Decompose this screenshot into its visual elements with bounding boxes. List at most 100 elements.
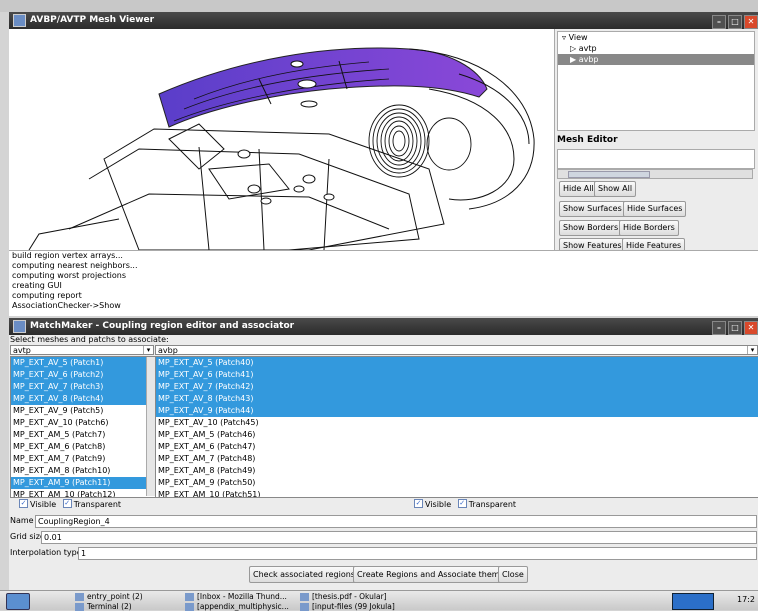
grid-size-label: Grid size	[10, 532, 45, 541]
patch-list-item[interactable]: MP_EXT_AV_8 (Patch4)	[11, 393, 155, 405]
grid-size-input[interactable]: 0.01	[41, 531, 757, 544]
mesh-viewer-window: AVBP/AVTP Mesh Viewer – □ ✕ ▿ View ▷ avt…	[9, 12, 758, 316]
show-surfaces-button[interactable]: Show Surfaces	[559, 201, 626, 217]
view-tree[interactable]: ▿ View ▷ avtp ▶ avbp	[557, 31, 755, 131]
left-mesh-value: avtp	[13, 346, 31, 355]
task-label: Terminal (2)	[87, 602, 132, 611]
mesh-editor-hscrollbar[interactable]	[557, 169, 753, 179]
maximize-icon[interactable]: □	[728, 321, 742, 335]
patch-list-item[interactable]: MP_EXT_AV_9 (Patch5)	[11, 405, 155, 417]
task-appendix[interactable]: [appendix_multiphysic...	[185, 602, 289, 611]
pdf-icon	[300, 603, 309, 611]
workspace-pager[interactable]	[672, 593, 714, 610]
left-transparent-checkbox[interactable]: ✓	[62, 499, 72, 508]
right-patch-list[interactable]: MP_EXT_AV_5 (Patch40) MP_EXT_AV_6 (Patch4…	[155, 356, 758, 498]
left-mesh-select[interactable]: avtp ▾	[10, 345, 154, 355]
patch-list-item[interactable]: MP_EXT_AM_7 (Patch9)	[11, 453, 155, 465]
task-thunderbird[interactable]: [Inbox - Mozilla Thund...	[185, 592, 287, 601]
patch-list-item[interactable]: MP_EXT_AM_7 (Patch48)	[156, 453, 758, 465]
hide-all-button[interactable]: Hide All	[559, 181, 598, 197]
matchmaker-title: MatchMaker - Coupling region editor and …	[30, 321, 295, 331]
right-mesh-select[interactable]: avbp ▾	[155, 345, 758, 355]
close-button[interactable]: Close	[498, 566, 528, 583]
task-label: [appendix_multiphysic...	[197, 602, 289, 611]
patch-list-item[interactable]: MP_EXT_AV_7 (Patch42)	[156, 381, 758, 393]
right-visibility-options: ✓ Visible ✓ Transparent	[414, 499, 516, 510]
visible-label: Visible	[30, 500, 57, 509]
app-icon	[13, 320, 26, 333]
patch-list-item[interactable]: MP_EXT_AM_6 (Patch47)	[156, 441, 758, 453]
patch-list-item[interactable]: MP_EXT_AV_8 (Patch43)	[156, 393, 758, 405]
mesh-wireframe-render	[28, 47, 535, 250]
task-okular-input[interactable]: [input-files (99 Jokula]	[300, 602, 395, 611]
right-mesh-value: avbp	[158, 346, 178, 355]
patch-list-item[interactable]: MP_EXT_AM_10 (Patch51)	[156, 489, 758, 497]
patch-list-item[interactable]: MP_EXT_AV_6 (Patch2)	[11, 369, 155, 381]
tree-item-avtp[interactable]: ▷ avtp	[558, 43, 754, 54]
log-line: AssociationChecker->Show	[12, 301, 121, 310]
patch-list-item[interactable]: MP_EXT_AM_8 (Patch49)	[156, 465, 758, 477]
patch-list-item[interactable]: MP_EXT_AV_5 (Patch40)	[156, 357, 758, 369]
patch-list-item[interactable]: MP_EXT_AM_5 (Patch7)	[11, 429, 155, 441]
patch-list-item[interactable]: MP_EXT_AM_8 (Patch10)	[11, 465, 155, 477]
visible-label: Visible	[425, 500, 452, 509]
task-label: entry_point (2)	[87, 592, 143, 601]
patch-list-item[interactable]: MP_EXT_AV_6 (Patch41)	[156, 369, 758, 381]
minimize-icon[interactable]: –	[712, 15, 726, 29]
task-okular-thesis[interactable]: [thesis.pdf - Okular]	[300, 592, 387, 601]
patch-list-item[interactable]: MP_EXT_AV_5 (Patch1)	[11, 357, 155, 369]
show-borders-button[interactable]: Show Borders	[559, 220, 623, 236]
interpolation-input[interactable]: 1	[78, 547, 757, 560]
folder-icon	[75, 593, 84, 601]
left-visible-checkbox[interactable]: ✓	[19, 499, 28, 508]
start-menu-icon[interactable]	[6, 593, 30, 610]
terminal-icon	[75, 603, 84, 611]
log-output: build region vertex arrays... computing …	[9, 250, 758, 316]
maximize-icon[interactable]: □	[728, 15, 742, 29]
interpolation-label: Interpolation type	[10, 548, 82, 557]
patch-list-item[interactable]: MP_EXT_AV_10 (Patch45)	[156, 417, 758, 429]
mesh-editor-field[interactable]	[557, 149, 755, 169]
mesh-editor-panel: ▿ View ▷ avtp ▶ avbp Mesh Editor Hide Al…	[554, 29, 758, 254]
create-regions-button[interactable]: Create Regions and Associate them	[353, 566, 504, 583]
task-entry-point[interactable]: entry_point (2)	[75, 592, 143, 601]
patch-list-item[interactable]: MP_EXT_AV_7 (Patch3)	[11, 381, 155, 393]
interpolation-row: Interpolation type 1	[10, 547, 758, 560]
patch-list-item[interactable]: MP_EXT_AV_9 (Patch44)	[156, 405, 758, 417]
tree-item-label: avbp	[578, 55, 599, 64]
close-icon[interactable]: ✕	[744, 15, 758, 29]
log-line: computing worst projections	[12, 271, 126, 280]
hide-borders-button[interactable]: Hide Borders	[619, 220, 679, 236]
show-all-button[interactable]: Show All	[594, 181, 637, 197]
right-visible-checkbox[interactable]: ✓	[414, 499, 423, 508]
matchmaker-titlebar[interactable]: MatchMaker - Coupling region editor and …	[9, 318, 758, 335]
minimize-icon[interactable]: –	[712, 321, 726, 335]
scroll-thumb[interactable]	[568, 171, 650, 178]
right-transparent-checkbox[interactable]: ✓	[457, 499, 467, 508]
task-terminal[interactable]: Terminal (2)	[75, 602, 132, 611]
name-row: Name CouplingRegion_4	[10, 515, 758, 528]
task-label: [input-files (99 Jokula]	[312, 602, 395, 611]
hide-surfaces-button[interactable]: Hide Surfaces	[623, 201, 687, 217]
mesh-viewer-titlebar[interactable]: AVBP/AVTP Mesh Viewer – □ ✕	[9, 12, 758, 29]
log-line: computing nearest neighbors...	[12, 261, 138, 270]
tree-item-avbp[interactable]: ▶ avbp	[558, 54, 754, 65]
patch-list-item[interactable]: MP_EXT_AM_10 (Patch12)	[11, 489, 155, 497]
mesh-3d-viewport[interactable]	[9, 29, 554, 250]
tree-root-view[interactable]: ▿ View	[558, 32, 754, 43]
patch-list-item[interactable]: MP_EXT_AM_9 (Patch50)	[156, 477, 758, 489]
name-label: Name	[10, 516, 34, 525]
transparent-label: Transparent	[468, 500, 517, 509]
select-meshes-label: Select meshes and patchs to associate:	[10, 335, 169, 344]
name-input[interactable]: CouplingRegion_4	[35, 515, 757, 528]
close-icon[interactable]: ✕	[744, 321, 758, 335]
log-line: creating GUI	[12, 281, 62, 290]
patch-list-item[interactable]: MP_EXT_AM_5 (Patch46)	[156, 429, 758, 441]
clock: 17:2	[737, 595, 755, 604]
patch-list-item[interactable]: MP_EXT_AM_9 (Patch11)	[11, 477, 155, 489]
left-list-scrollbar[interactable]	[146, 357, 155, 496]
left-patch-list[interactable]: MP_EXT_AV_5 (Patch1) MP_EXT_AV_6 (Patch2)…	[10, 356, 156, 498]
check-associated-regions-button[interactable]: Check associated regions	[249, 566, 359, 583]
patch-list-item[interactable]: MP_EXT_AV_10 (Patch6)	[11, 417, 155, 429]
patch-list-item[interactable]: MP_EXT_AM_6 (Patch8)	[11, 441, 155, 453]
